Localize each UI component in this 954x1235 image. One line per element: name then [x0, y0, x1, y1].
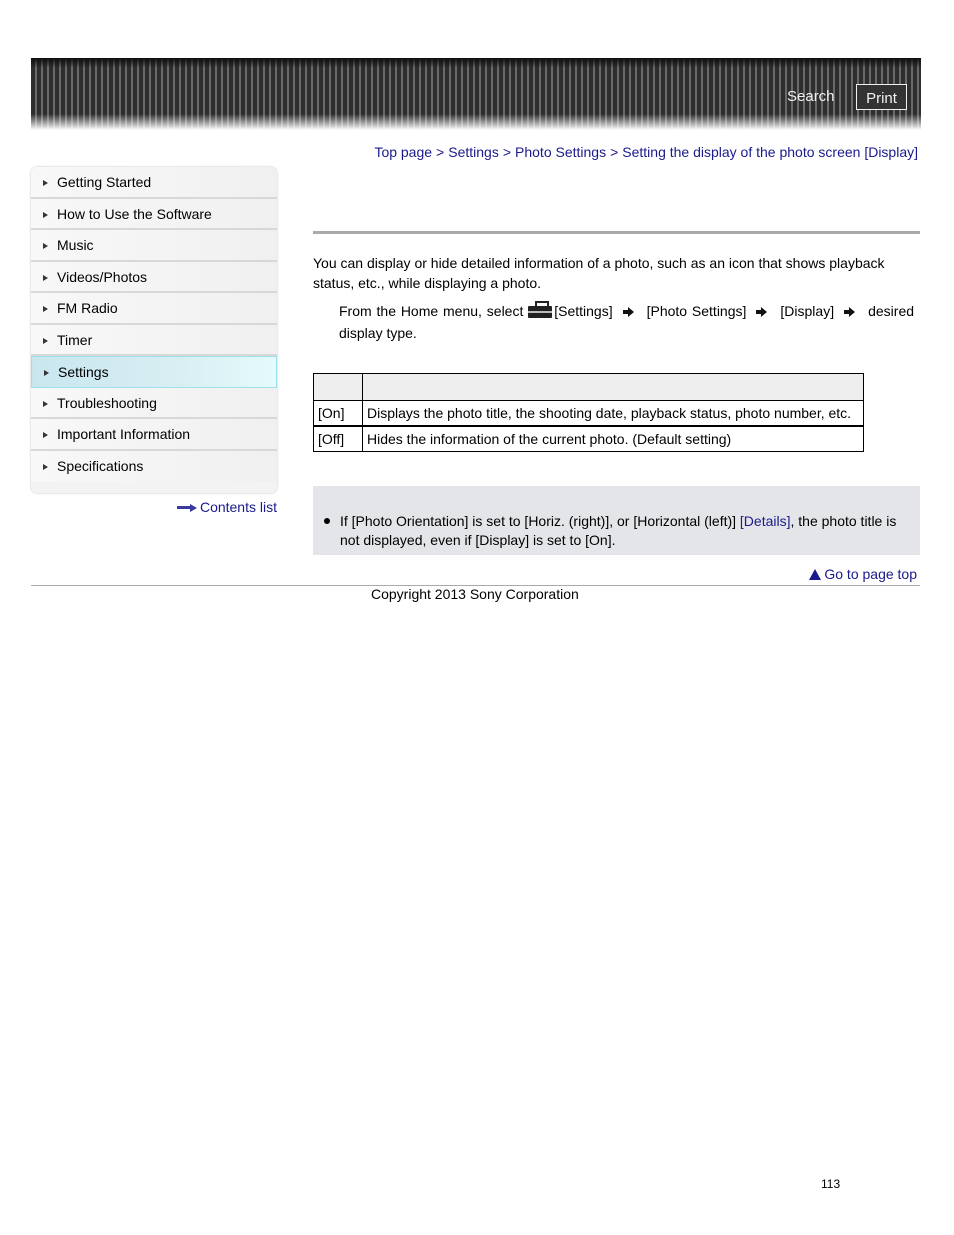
contents-list-label: Contents list: [199, 499, 277, 515]
arrow-right-icon: [844, 307, 856, 317]
option-name: [Off]: [313, 425, 363, 452]
sidebar-item-troubleshooting[interactable]: Troubleshooting: [31, 387, 277, 419]
breadcrumb-separator: >: [436, 144, 445, 160]
table-row: [Off] Hides the information of the curre…: [313, 425, 864, 452]
sidebar-item-fm-radio[interactable]: FM Radio: [31, 293, 277, 325]
settings-toolbox-icon: [528, 301, 553, 318]
sidebar-item-videos-photos[interactable]: Videos/Photos: [31, 261, 277, 293]
arrow-right-icon: [176, 504, 197, 513]
procedure-step: From the Home menu, select [Settings] [Ph…: [339, 300, 914, 344]
note-box: If [Photo Orientation] is set to [Horiz.…: [313, 486, 920, 555]
arrow-right-icon: [622, 307, 635, 317]
search-link[interactable]: Search: [787, 88, 835, 105]
print-button[interactable]: Print: [856, 84, 907, 110]
sidebar-item-label: Videos/Photos: [57, 268, 148, 285]
go-to-page-top-label: Go to page top: [824, 566, 917, 582]
option-name: [On]: [313, 400, 363, 427]
sidebar-item-specifications[interactable]: Specifications: [31, 450, 277, 482]
breadcrumb-current-page[interactable]: Setting the display of the photo screen …: [622, 144, 918, 160]
sidebar-item-label: Timer: [57, 331, 93, 348]
page-number: 113: [821, 1177, 841, 1191]
sidebar-item-how-to-use-the-software[interactable]: How to Use the Software: [31, 198, 277, 230]
details-link[interactable]: [Details]: [740, 513, 791, 529]
sidebar-item-settings[interactable]: Settings: [31, 356, 277, 388]
sidebar-item-getting-started[interactable]: Getting Started: [31, 167, 277, 199]
sidebar-item-label: How to Use the Software: [57, 205, 212, 222]
step-settings: [Settings]: [554, 303, 613, 319]
triangle-right-icon: [43, 243, 48, 249]
triangle-right-icon: [43, 337, 48, 344]
arrow-right-icon: [756, 307, 768, 317]
triangle-up-icon: [809, 569, 822, 580]
triangle-right-icon: [43, 274, 48, 281]
triangle-right-icon: [44, 370, 49, 376]
sidebar-item-label: Settings: [58, 364, 109, 380]
options-table: [On] Displays the photo title, the shoot…: [313, 373, 864, 452]
sidebar-item-label: Important Information: [57, 426, 191, 442]
go-to-page-top-link[interactable]: Go to page top: [809, 566, 917, 582]
copyright: Copyright 2013 Sony Corporation: [371, 586, 579, 602]
option-description: Hides the information of the current pho…: [362, 425, 864, 452]
table-header-cell: [362, 373, 864, 401]
bullet-icon: [324, 518, 330, 524]
table-header-cell: [313, 373, 363, 401]
option-description: Displays the photo title, the shooting d…: [362, 400, 864, 427]
triangle-right-icon: [43, 400, 48, 407]
sidebar-item-music[interactable]: Music: [31, 230, 277, 262]
title-divider: [313, 231, 920, 234]
step-prefix: From the Home menu, select: [339, 303, 524, 319]
note-text: If [Photo Orientation] is set to [Horiz.…: [340, 513, 740, 529]
contents-list-link[interactable]: Contents list: [176, 499, 277, 515]
step-display: [Display]: [780, 303, 835, 319]
breadcrumb-top-page[interactable]: Top page: [374, 144, 432, 160]
breadcrumb: Top page > Settings > Photo Settings > Setting…: [374, 144, 918, 160]
triangle-right-icon: [43, 463, 48, 470]
sidebar-item-label: FM Radio: [57, 300, 118, 316]
sidebar-item-label: Troubleshooting: [57, 394, 157, 411]
sidebar-item-important-information[interactable]: Important Information: [31, 419, 277, 451]
sidebar-item-label: Music: [57, 237, 94, 253]
intro-paragraph: You can display or hide detailed informa…: [313, 255, 885, 291]
table-row: [On] Displays the photo title, the shoot…: [313, 400, 864, 427]
sidebar-item-timer[interactable]: Timer: [31, 324, 277, 356]
sidebar-item-label: Specifications: [57, 457, 144, 474]
table-header-row: [313, 373, 864, 401]
triangle-right-icon: [43, 211, 48, 218]
header-banner: Search Print: [31, 58, 921, 130]
sidebar-nav: Getting Started How to Use the Software …: [31, 167, 277, 493]
triangle-right-icon: [43, 432, 48, 438]
step-photo-settings: [Photo Settings]: [646, 303, 747, 319]
breadcrumb-separator: >: [610, 144, 619, 160]
triangle-right-icon: [43, 180, 48, 186]
breadcrumb-photo-settings[interactable]: Photo Settings: [515, 144, 606, 160]
triangle-right-icon: [43, 306, 48, 312]
breadcrumb-separator: >: [502, 144, 512, 160]
breadcrumb-settings[interactable]: Settings: [448, 144, 499, 160]
sidebar-item-label: Getting Started: [57, 174, 152, 190]
